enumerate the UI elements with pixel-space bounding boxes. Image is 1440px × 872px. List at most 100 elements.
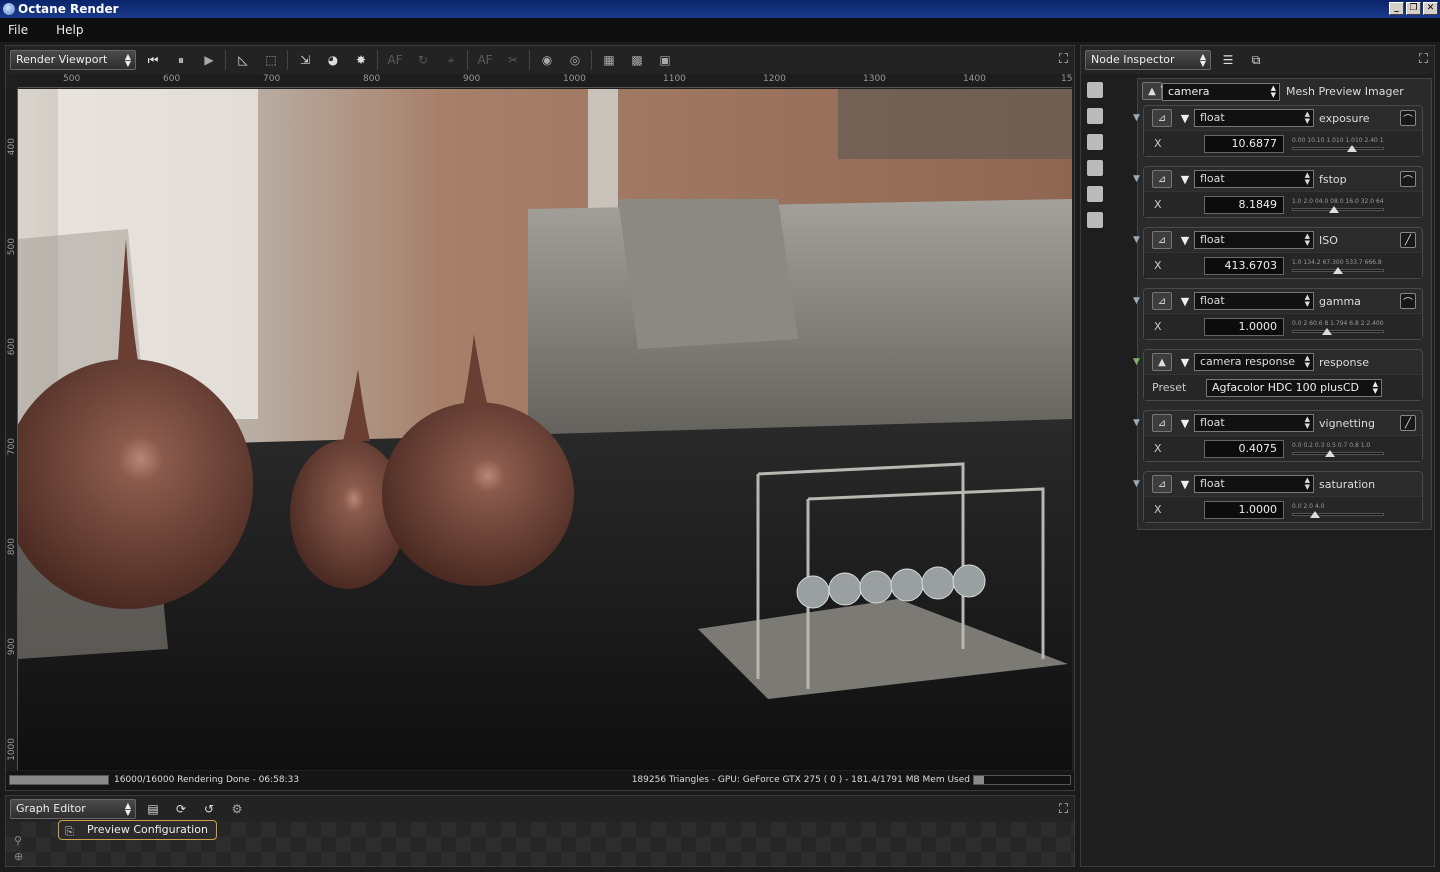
ruler-x-label: 1300: [863, 74, 886, 84]
material-pick-icon[interactable]: ◕: [322, 49, 344, 71]
graph-editor-selector[interactable]: Graph Editor ▲ ▼: [10, 799, 136, 819]
preset-combo[interactable]: Agfacolor HDC 100 plusCD ▲ ▼: [1206, 379, 1382, 397]
slider-tick-labels: 1.0 134.2 67.300 533.7 666.8 0: [1292, 259, 1384, 266]
slider-knob[interactable]: [1310, 511, 1320, 518]
node-inspector-selector[interactable]: Node Inspector ▲ ▼: [1085, 50, 1211, 70]
expand-node-icon[interactable]: ▼: [1178, 234, 1192, 247]
close-button[interactable]: ✕: [1423, 2, 1438, 15]
pause-icon[interactable]: ⏸: [170, 49, 192, 71]
expand-node-icon[interactable]: ▼: [1178, 478, 1192, 491]
pick-icon[interactable]: ⇲: [294, 49, 316, 71]
expand-node-icon[interactable]: ▼: [1178, 356, 1192, 369]
node-pin-expand-icon[interactable]: ▼: [1133, 174, 1140, 184]
environment-icon[interactable]: [1087, 160, 1103, 176]
quad-icon[interactable]: ▣: [654, 49, 676, 71]
node-name: gamma: [1319, 294, 1361, 308]
value-field[interactable]: 1.0000: [1204, 318, 1284, 336]
node-type-combo[interactable]: float ▲ ▼: [1194, 292, 1314, 310]
axis-label: X: [1154, 198, 1162, 211]
root-type-combo[interactable]: camera ▲ ▼: [1162, 83, 1280, 101]
restore-button[interactable]: ❐: [1406, 2, 1421, 15]
load-graph-icon[interactable]: ⟳: [170, 798, 192, 820]
maximize-viewport-icon[interactable]: ⛶: [1059, 52, 1068, 67]
menu-file[interactable]: File: [8, 23, 28, 37]
value-slider[interactable]: 0.00 10.10 1.010 1.010 2.40 1.0: [1292, 137, 1384, 153]
checker-icon[interactable]: ▩: [626, 49, 648, 71]
rewind-icon[interactable]: ⏮: [142, 49, 164, 71]
slider-knob[interactable]: [1333, 267, 1343, 274]
rotate-icon[interactable]: ↻: [412, 49, 434, 71]
value-field[interactable]: 0.4075: [1204, 440, 1284, 458]
windows-icon[interactable]: ⧉: [1245, 49, 1267, 71]
focus-picker-icon[interactable]: ⌖: [440, 49, 462, 71]
node-type-combo[interactable]: float ▲ ▼: [1194, 231, 1314, 249]
float-node-icon: ⊿: [1152, 475, 1172, 493]
expand-node-icon[interactable]: ▼: [1178, 173, 1192, 186]
node-pin-expand-icon[interactable]: ▼: [1133, 235, 1140, 245]
value-slider[interactable]: 0.0 2 60.6 8 1.794 6.8 2 2.400: [1292, 320, 1384, 336]
ruler-x-label: 600: [163, 74, 181, 84]
slider-knob[interactable]: [1324, 450, 1335, 457]
kernel-icon[interactable]: [1087, 212, 1103, 228]
node-pin-expand-icon[interactable]: ▼: [1133, 479, 1140, 489]
node-type-combo[interactable]: float ▲ ▼: [1194, 475, 1314, 493]
node-pin-expand-icon[interactable]: ▼: [1133, 113, 1140, 123]
image-icon[interactable]: [1087, 82, 1103, 98]
collapse-all-icon[interactable]: ☰: [1217, 49, 1239, 71]
curve-icon[interactable]: ⌒: [1400, 171, 1416, 187]
value-slider[interactable]: 1.0 134.2 67.300 533.7 666.8 0: [1292, 259, 1384, 275]
graph-options-icon[interactable]: ⚙: [226, 798, 248, 820]
region-icon[interactable]: ⬚: [260, 49, 282, 71]
value-field[interactable]: 8.1849: [1204, 196, 1284, 214]
line-icon[interactable]: ╱: [1400, 232, 1416, 248]
save-graph-icon[interactable]: ▤: [142, 798, 164, 820]
slider-knob[interactable]: [1321, 328, 1332, 335]
expand-node-icon[interactable]: ▼: [1178, 295, 1192, 308]
node-pin-expand-icon[interactable]: ▼: [1133, 418, 1140, 428]
node-type-combo[interactable]: float ▲ ▼: [1194, 414, 1314, 432]
value-slider[interactable]: 0.0 2.0 4.0: [1292, 503, 1384, 519]
graph-canvas[interactable]: ⎘ Preview Configuration ⚲ ⊕: [6, 820, 1074, 866]
node-pin-expand-icon[interactable]: ▼: [1133, 296, 1140, 306]
ruler-icon[interactable]: ◺: [232, 49, 254, 71]
preview-configuration-node[interactable]: ⎘ Preview Configuration: [58, 820, 217, 840]
node-pin-expand-icon[interactable]: ▼: [1133, 357, 1140, 367]
add-node-icon[interactable]: ⊕: [14, 850, 23, 863]
play-icon[interactable]: ▶: [198, 49, 220, 71]
curve-icon[interactable]: ⌒: [1400, 293, 1416, 309]
camera-icon[interactable]: [1087, 108, 1103, 124]
value-field[interactable]: 1.0000: [1204, 501, 1284, 519]
node-name: vignetting: [1319, 416, 1375, 430]
grid-icon[interactable]: ▦: [598, 49, 620, 71]
af-toggle-icon[interactable]: AF: [474, 49, 496, 71]
sphere-icon[interactable]: ◉: [536, 49, 558, 71]
node-type-combo[interactable]: float ▲ ▼: [1194, 170, 1314, 188]
node-type-combo[interactable]: camera response ▲ ▼: [1194, 353, 1314, 371]
value-slider[interactable]: 0.0 0.2 0.3 0.5 0.7 0.8 1.0: [1292, 442, 1384, 458]
viewport-selector[interactable]: Render Viewport ▲ ▼: [10, 50, 136, 70]
maximize-graph-editor-icon[interactable]: ⛶: [1059, 802, 1068, 817]
slider-knob[interactable]: [1329, 206, 1340, 213]
render-image[interactable]: [18, 89, 1072, 770]
value-field[interactable]: 10.6877: [1204, 135, 1284, 153]
menu-help[interactable]: Help: [56, 23, 83, 37]
link-icon[interactable]: ⚲: [14, 834, 22, 847]
value-slider[interactable]: 1.0 2.0 04.0 08.0 16.0 32.0 64.0: [1292, 198, 1384, 214]
maximize-inspector-icon[interactable]: ⛶: [1419, 52, 1428, 67]
refresh-graph-icon[interactable]: ↺: [198, 798, 220, 820]
imager-icon[interactable]: [1087, 186, 1103, 202]
minimize-button[interactable]: _: [1389, 2, 1404, 15]
curve-icon[interactable]: ⌒: [1400, 110, 1416, 126]
value-field[interactable]: 413.6703: [1204, 257, 1284, 275]
expand-node-icon[interactable]: ▼: [1178, 112, 1192, 125]
sphere-alt-icon[interactable]: ◎: [564, 49, 586, 71]
node-type-combo[interactable]: float ▲ ▼: [1194, 109, 1314, 127]
expand-node-icon[interactable]: ▼: [1178, 417, 1192, 430]
line-icon[interactable]: ╱: [1400, 415, 1416, 431]
light-icon[interactable]: ✸: [350, 49, 372, 71]
autofocus-icon[interactable]: AF: [384, 49, 406, 71]
value-row: X 0.4075 0.0 0.2 0.3 0.5 0.7 0.8 1.0: [1144, 435, 1422, 461]
scissors-icon[interactable]: ✂: [502, 49, 524, 71]
slider-knob[interactable]: [1346, 145, 1357, 152]
film-icon[interactable]: [1087, 134, 1103, 150]
